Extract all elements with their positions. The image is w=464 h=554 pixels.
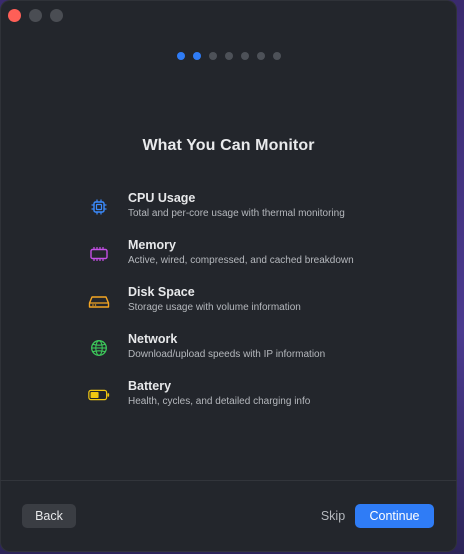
page-dot bbox=[272, 52, 281, 60]
feature-network: Network Download/upload speeds with IP i… bbox=[88, 331, 428, 378]
page-dot bbox=[192, 52, 201, 60]
feature-disk: Disk Space Storage usage with volume inf… bbox=[88, 284, 428, 331]
feature-cpu: CPU Usage Total and per-core usage with … bbox=[88, 190, 428, 237]
cpu-chip-icon bbox=[88, 196, 110, 218]
page-dot bbox=[224, 52, 233, 60]
continue-button[interactable]: Continue bbox=[355, 504, 434, 528]
feature-name: Network bbox=[128, 332, 178, 346]
feature-name: Battery bbox=[128, 379, 172, 393]
feature-battery: Battery Health, cycles, and detailed cha… bbox=[88, 378, 428, 425]
feature-description: Health, cycles, and detailed charging in… bbox=[128, 396, 311, 407]
memory-chip-icon bbox=[88, 243, 110, 265]
feature-name: Memory bbox=[128, 238, 176, 252]
page-dot bbox=[176, 52, 185, 60]
back-button[interactable]: Back bbox=[22, 504, 76, 528]
hard-drive-icon bbox=[88, 290, 110, 312]
feature-description: Download/upload speeds with IP informati… bbox=[128, 349, 326, 360]
onboarding-window: What You Can Monitor CPU Usage Total and… bbox=[0, 0, 457, 552]
page-indicator bbox=[0, 52, 457, 60]
footer-divider bbox=[0, 480, 457, 481]
feature-description: Total and per-core usage with thermal mo… bbox=[128, 208, 345, 219]
minimize-window-button[interactable] bbox=[29, 9, 42, 22]
page-dot bbox=[208, 52, 217, 60]
globe-icon bbox=[88, 337, 110, 359]
close-window-button[interactable] bbox=[8, 9, 21, 22]
maximize-window-button[interactable] bbox=[50, 9, 63, 22]
page-title: What You Can Monitor bbox=[142, 137, 315, 154]
window-controls bbox=[8, 9, 63, 22]
page-dot bbox=[240, 52, 249, 60]
skip-button[interactable]: Skip bbox=[314, 504, 352, 528]
feature-description: Storage usage with volume information bbox=[128, 302, 301, 313]
battery-icon bbox=[88, 384, 110, 406]
feature-description: Active, wired, compressed, and cached br… bbox=[128, 255, 354, 266]
feature-name: Disk Space bbox=[128, 285, 195, 299]
page-dot bbox=[256, 52, 265, 60]
feature-name: CPU Usage bbox=[128, 191, 196, 205]
feature-list: CPU Usage Total and per-core usage with … bbox=[88, 190, 428, 425]
feature-memory: Memory Active, wired, compressed, and ca… bbox=[88, 237, 428, 284]
